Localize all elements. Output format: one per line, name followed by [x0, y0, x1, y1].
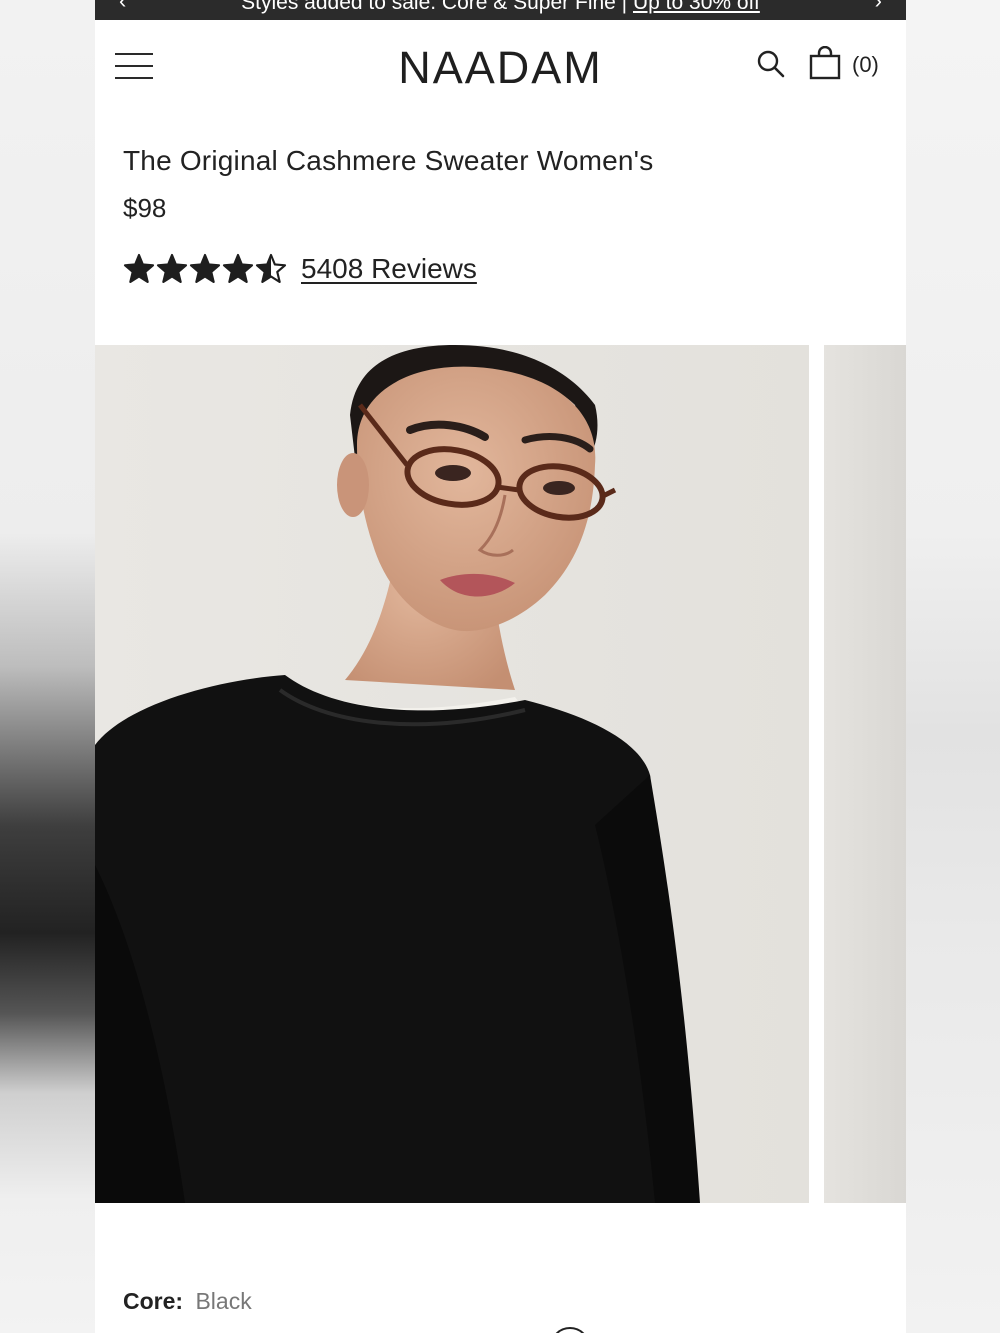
background-blur-right — [906, 0, 1000, 1333]
star-full-icon — [189, 253, 221, 284]
search-icon[interactable] — [755, 48, 787, 80]
shopping-bag-icon[interactable] — [809, 45, 841, 80]
promo-next-arrow[interactable]: › — [875, 0, 882, 14]
variant-label: Core: — [123, 1288, 184, 1314]
product-title: The Original Cashmere Sweater Women's — [123, 145, 654, 176]
variant-value: Black — [195, 1288, 252, 1314]
product-info: The Original Cashmere Sweater Women's $9… — [123, 145, 883, 284]
reviews-link[interactable]: 5408 Reviews — [301, 253, 477, 285]
star-full-icon — [156, 253, 188, 284]
promo-link[interactable]: Up to 30% off — [633, 0, 760, 14]
star-half-icon — [255, 253, 287, 284]
product-price: $98 — [123, 193, 167, 223]
star-full-icon — [123, 253, 155, 284]
background-blur-left — [0, 0, 95, 1333]
color-swatch[interactable] — [550, 1327, 590, 1333]
rating-row: 5408 Reviews — [123, 253, 477, 285]
product-image[interactable] — [95, 345, 809, 1203]
color-selection: Core: Black — [123, 1288, 252, 1315]
promo-banner: ‹ Styles added to sale. Core & Super Fin… — [95, 0, 906, 20]
next-product-image[interactable] — [824, 345, 906, 1203]
star-full-icon — [222, 253, 254, 284]
cart-count[interactable]: (0) — [852, 52, 879, 78]
star-rating[interactable] — [123, 253, 287, 285]
promo-message: Styles added to sale. Core & Super Fine … — [241, 0, 633, 14]
gallery-divider — [809, 345, 824, 1203]
mobile-page: ‹ Styles added to sale. Core & Super Fin… — [95, 0, 906, 1333]
promo-text: Styles added to sale. Core & Super Fine … — [95, 0, 906, 15]
product-gallery[interactable] — [95, 345, 906, 1203]
site-header: NAADAM (0) — [95, 20, 906, 115]
